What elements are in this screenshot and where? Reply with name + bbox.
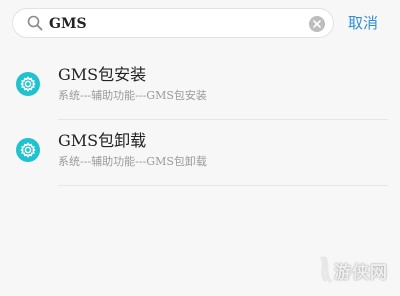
result-path: 系统---辅助功能---GMS包卸载 bbox=[58, 155, 207, 168]
divider bbox=[58, 119, 388, 120]
search-query-text: GMS bbox=[49, 16, 87, 32]
search-results-list: GMS包安装 系统---辅助功能---GMS包安装 GMS包卸载 系统---辅助… bbox=[0, 58, 400, 186]
result-title: GMS包卸载 bbox=[58, 131, 147, 150]
watermark-text: 游侠网 bbox=[334, 263, 388, 283]
list-item[interactable]: GMS包安装 系统---辅助功能---GMS包安装 bbox=[0, 58, 400, 120]
search-input[interactable]: GMS bbox=[12, 8, 334, 38]
result-title: GMS包安装 bbox=[58, 65, 147, 84]
settings-search-screen: GMS 取消 GMS包安装 系统---辅助功能---GMS包安装 GMS包卸载 … bbox=[0, 0, 400, 296]
cancel-button[interactable]: 取消 bbox=[348, 13, 378, 33]
clear-icon[interactable] bbox=[309, 16, 325, 32]
result-path: 系统---辅助功能---GMS包安装 bbox=[58, 89, 207, 102]
gear-icon bbox=[16, 138, 40, 162]
search-icon bbox=[27, 15, 43, 31]
gear-icon bbox=[16, 72, 40, 96]
divider bbox=[58, 185, 388, 186]
list-item[interactable]: GMS包卸载 系统---辅助功能---GMS包卸载 bbox=[0, 124, 400, 186]
